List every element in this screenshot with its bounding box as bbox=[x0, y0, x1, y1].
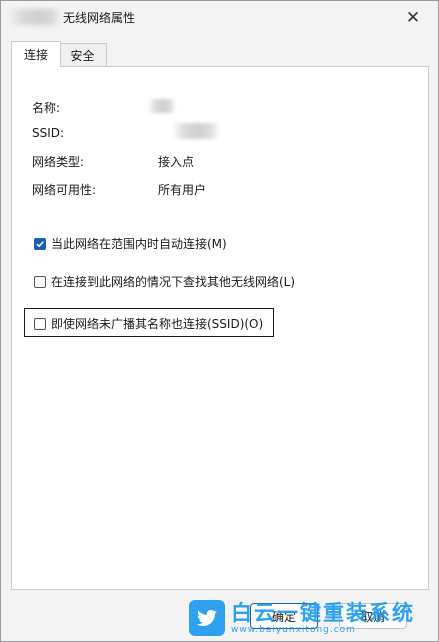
auto-connect-checkbox[interactable] bbox=[34, 237, 46, 250]
network-type-label: 网络类型: bbox=[32, 155, 85, 169]
name-label: 名称: bbox=[32, 101, 61, 115]
redacted-network-name bbox=[7, 9, 61, 25]
network-availability-value: 所有用户 bbox=[158, 183, 207, 197]
tab-label: 连接 bbox=[23, 48, 48, 62]
connect-hidden-ssid-label: 即使网络未广播其名称也连接(SSID)(O) bbox=[51, 317, 264, 331]
find-other-networks-checkbox[interactable] bbox=[34, 275, 46, 288]
tab-security[interactable]: 安全 bbox=[59, 43, 107, 67]
watermark-text: 白云一键重装系统 www.baiyunxitong.com bbox=[231, 601, 415, 636]
tab-label: 安全 bbox=[70, 49, 95, 63]
watermark: 白云一键重装系统 www.baiyunxitong.com bbox=[189, 595, 429, 641]
properties-window: 无线网络属性 ✕ 连接 安全 名称: SSID: 网络类型: 接入点 网络可用性… bbox=[0, 0, 439, 642]
watermark-url: www.baiyunxitong.com bbox=[231, 624, 356, 635]
auto-connect-option[interactable]: 当此网络在范围内时自动连接(M) bbox=[34, 235, 227, 252]
twitter-bird-icon bbox=[189, 600, 225, 636]
close-icon: ✕ bbox=[405, 8, 421, 28]
network-availability-label: 网络可用性: bbox=[32, 183, 97, 197]
checkmark-icon bbox=[36, 240, 44, 247]
find-other-networks-label: 在连接到此网络的情况下查找其他无线网络(L) bbox=[51, 275, 296, 289]
close-button[interactable]: ✕ bbox=[396, 3, 430, 33]
ssid-label: SSID: bbox=[32, 126, 65, 140]
watermark-brand: 白云一键重装系统 bbox=[231, 600, 415, 625]
tab-connection[interactable]: 连接 bbox=[11, 41, 61, 67]
connection-panel: 名称: SSID: 网络类型: 接入点 网络可用性: 所有用户 当此网络在范围内… bbox=[11, 66, 429, 590]
find-other-networks-option[interactable]: 在连接到此网络的情况下查找其他无线网络(L) bbox=[34, 273, 295, 290]
redacted-ssid-value bbox=[172, 123, 220, 139]
window-title: 无线网络属性 bbox=[63, 11, 136, 25]
title-bar: 无线网络属性 ✕ bbox=[1, 1, 438, 35]
connect-hidden-ssid-checkbox[interactable] bbox=[34, 317, 46, 330]
redacted-name-value bbox=[148, 99, 176, 113]
network-type-value: 接入点 bbox=[158, 155, 195, 169]
auto-connect-label: 当此网络在范围内时自动连接(M) bbox=[51, 237, 227, 251]
connect-hidden-ssid-option[interactable]: 即使网络未广播其名称也连接(SSID)(O) bbox=[34, 315, 263, 332]
